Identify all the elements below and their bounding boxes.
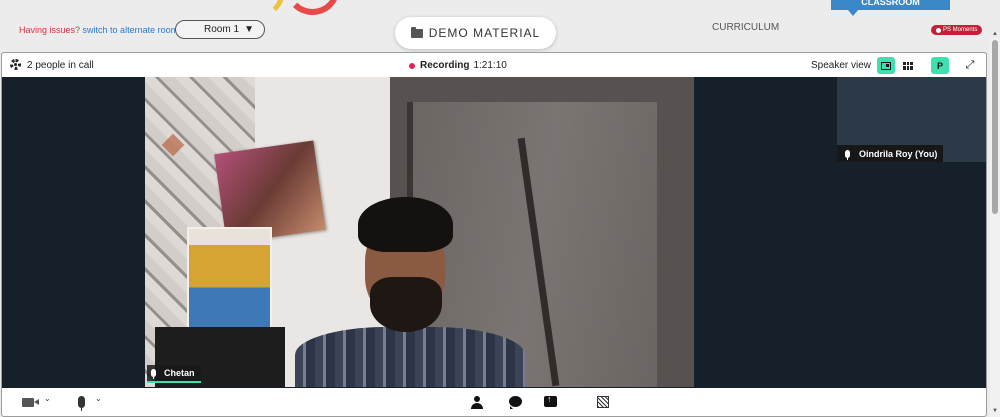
- microphone-icon: [151, 369, 156, 379]
- record-dot-icon: [409, 62, 415, 69]
- main-speaker-tag: Chetan: [147, 365, 201, 383]
- recording-time: 1:21:10: [473, 60, 507, 71]
- video-person-beard: [370, 277, 442, 332]
- chevron-down-icon: ▼: [244, 24, 254, 35]
- main-video-feed: Chetan: [145, 77, 694, 387]
- microphone-control[interactable]: ⌄: [78, 394, 102, 411]
- issues-notice: Having issues? switch to alternate room: [19, 25, 178, 35]
- ps-moments-label: PS Moments: [943, 27, 978, 33]
- scroll-down-arrow-icon[interactable]: ▼: [992, 408, 998, 414]
- view-label: Speaker view: [811, 60, 872, 71]
- people-count: 2 people in call: [27, 60, 94, 71]
- speaker-view-icon: [881, 61, 891, 70]
- video-person-shirt: [295, 327, 525, 387]
- share-screen-button[interactable]: [544, 394, 557, 407]
- person-icon: [471, 396, 483, 409]
- tab-curriculum[interactable]: CURRICULUM: [712, 22, 779, 33]
- participant-name: Oindrila Roy (You): [859, 148, 938, 159]
- ps-moments-button[interactable]: PS Moments: [931, 25, 983, 35]
- call-panel: 2 people in call Recording 1:21:10 Speak…: [1, 52, 987, 417]
- camera-icon: [22, 398, 39, 407]
- demo-material-label: DEMO MATERIAL: [428, 26, 541, 40]
- room-select-value: Room 1: [204, 24, 240, 35]
- page: Having issues? switch to alternate room …: [0, 0, 1000, 417]
- background-button[interactable]: [597, 396, 609, 408]
- chevron-down-icon[interactable]: ⌄: [95, 394, 102, 403]
- scrollbar-thumb[interactable]: [992, 40, 998, 214]
- tab-classroom[interactable]: CLASSROOM: [831, 0, 950, 16]
- chat-icon: [509, 396, 522, 409]
- grid-view-button[interactable]: [899, 57, 917, 74]
- camera-control[interactable]: ⌄: [22, 394, 51, 407]
- call-header: 2 people in call Recording 1:21:10 Speak…: [2, 53, 986, 77]
- recording-status: Recording 1:21:10: [409, 60, 507, 71]
- microphone-icon: [845, 149, 850, 160]
- participants-button[interactable]: [471, 396, 483, 409]
- share-screen-icon: [544, 394, 557, 407]
- demo-material-button[interactable]: DEMO MATERIAL: [395, 17, 556, 49]
- plus-icon: [936, 27, 941, 33]
- page-scrollbar[interactable]: [990, 38, 1000, 417]
- video-poster: [187, 227, 272, 337]
- folder-icon: [410, 26, 423, 38]
- scroll-up-arrow-icon[interactable]: ▲: [992, 31, 998, 37]
- fullscreen-icon: ⤢: [965, 59, 975, 71]
- background-icon: [597, 396, 609, 408]
- p-button[interactable]: P: [931, 57, 949, 74]
- issues-text: Having issues?: [19, 25, 81, 35]
- alternate-room-link[interactable]: switch to alternate room: [83, 25, 179, 35]
- fullscreen-button[interactable]: ⤢: [961, 57, 979, 74]
- main-speaker-name: Chetan: [164, 368, 195, 378]
- recording-label: Recording: [420, 60, 470, 71]
- microphone-icon: [78, 396, 85, 411]
- room-select[interactable]: Room 1 ▼: [175, 20, 265, 39]
- chat-button[interactable]: [509, 396, 522, 409]
- participant-tag: Oindrila Roy (You): [837, 145, 944, 162]
- video-person-hair: [358, 197, 453, 252]
- grid-view-icon: [903, 61, 913, 70]
- call-controls: ⌄ ⌄: [2, 388, 986, 416]
- chevron-down-icon[interactable]: ⌄: [44, 394, 51, 403]
- gear-icon[interactable]: [10, 59, 21, 70]
- top-bar: Having issues? switch to alternate room …: [0, 0, 990, 50]
- speaker-view-button[interactable]: [877, 57, 895, 74]
